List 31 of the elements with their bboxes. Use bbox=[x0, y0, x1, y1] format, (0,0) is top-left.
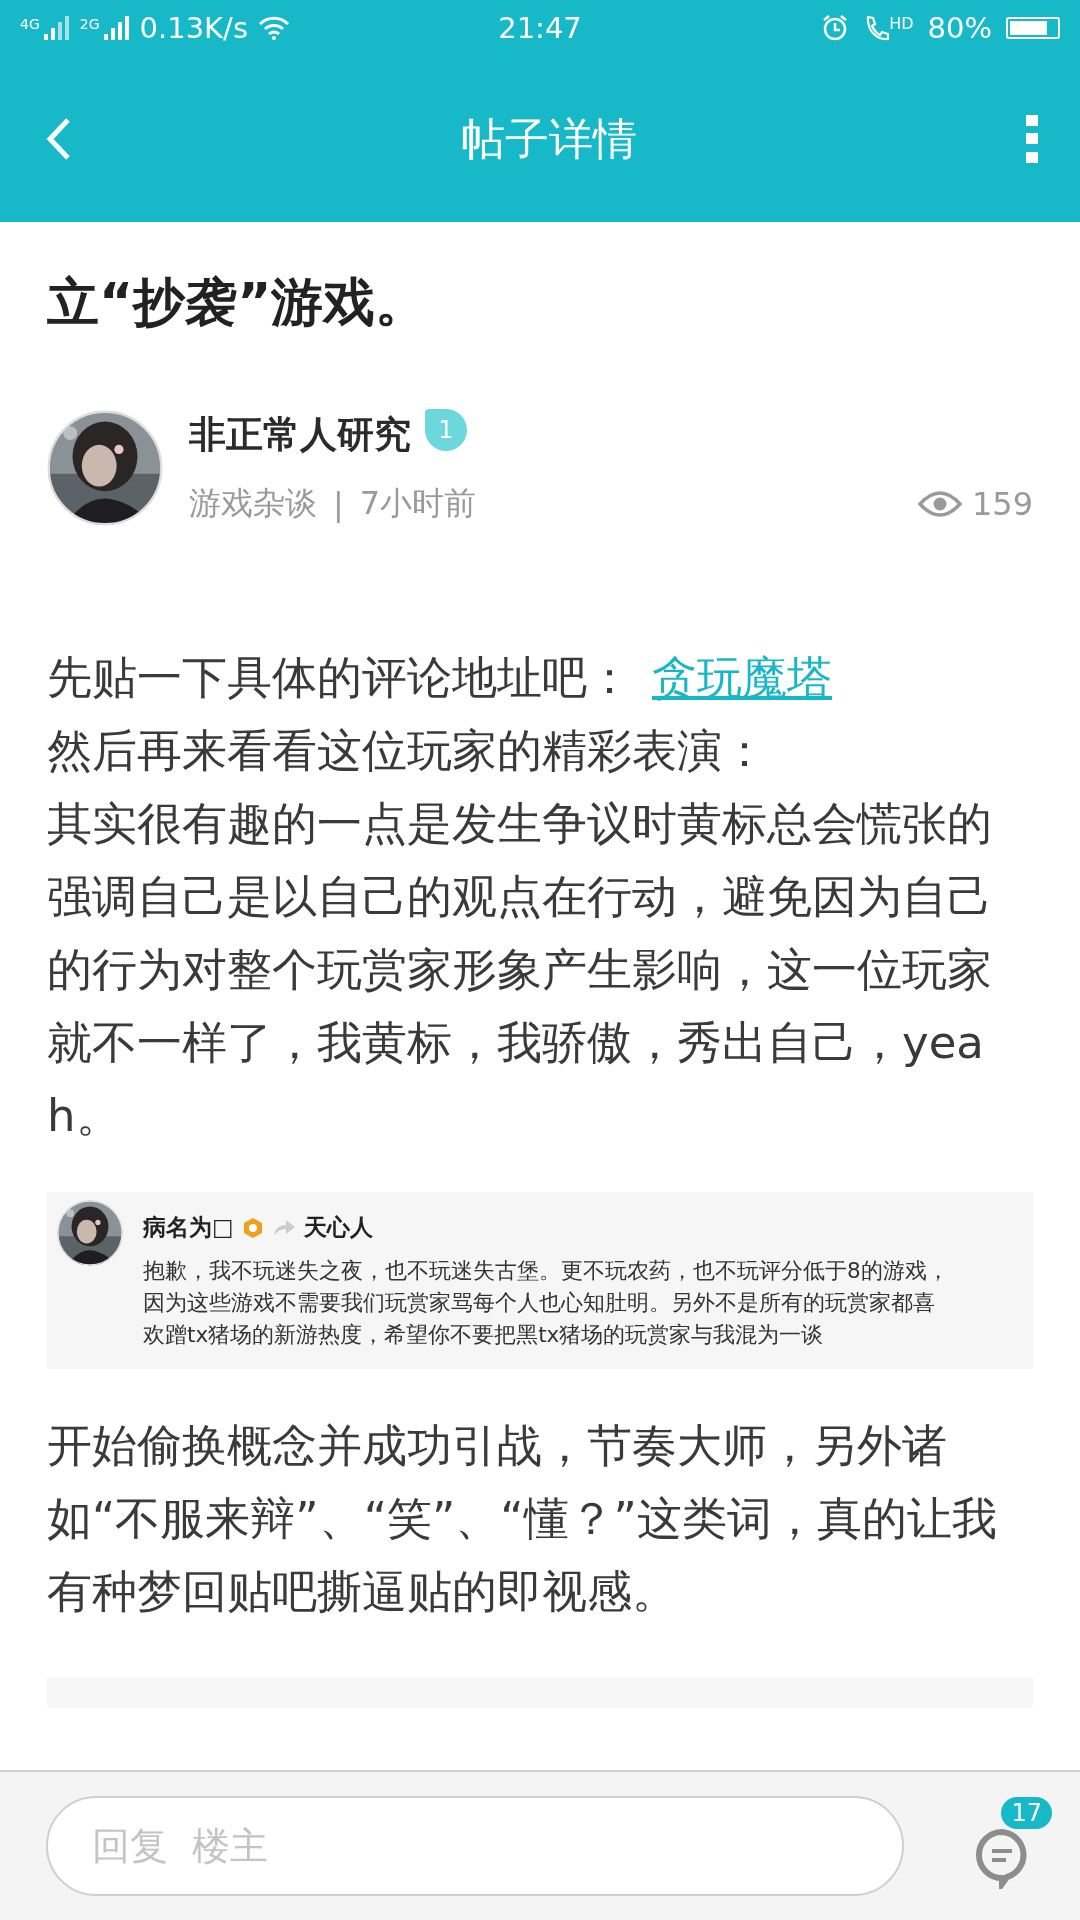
comment-text-line: 因为这些游戏不需要我们玩赏家骂每个人也心知肚明。另外不是所有的玩赏家都喜 bbox=[143, 1289, 936, 1317]
arrow-icon bbox=[271, 1218, 296, 1237]
post-category[interactable]: 游戏杂谈 bbox=[189, 482, 317, 526]
post-title: 立“抄袭”游戏。 bbox=[47, 271, 429, 334]
post-time: 7小时前 bbox=[359, 483, 477, 524]
hd-label: HD bbox=[889, 14, 914, 33]
view-count: 159 bbox=[971, 485, 1033, 523]
reply-field[interactable]: 回复 楼主 bbox=[46, 1796, 904, 1896]
paragraph: 其实很有趣的一点是发生争议时黄标总会慌张的强调自己是以自己的观点在行动，避免因为自己的行为对整个玩赏家形象产生影响，这一位玩家就不一样了，我黄标，我骄傲，秀出自己，yeah。 bbox=[47, 796, 993, 1144]
more-button[interactable] bbox=[1026, 115, 1038, 163]
comment-reply-to: 天心人 bbox=[303, 1213, 373, 1242]
paragraph: 先贴一下具体的评论地址吧： 贪玩魔塔 bbox=[47, 650, 833, 706]
author-name[interactable]: 非正常人研究 bbox=[189, 410, 411, 460]
post-link[interactable]: 贪玩魔塔 bbox=[652, 651, 832, 704]
comment-user: 病名为□ bbox=[143, 1213, 234, 1242]
clock-time: 21:47 bbox=[498, 11, 582, 45]
battery-icon bbox=[1006, 17, 1060, 39]
page-title: 帖子详情 bbox=[461, 111, 637, 166]
battery-percent: 80% bbox=[927, 11, 992, 45]
wifi-icon bbox=[258, 16, 290, 40]
comment-text-line: 欢蹭tx猪场的新游热度，希望你不要把黑tx猪场的玩赏家与我混为一谈 bbox=[143, 1321, 825, 1349]
badge-icon bbox=[241, 1216, 264, 1239]
comment-text-line: 抱歉，我不玩迷失之夜，也不玩迷失古堡。更不玩农药，也不玩评分低于8的游戏， bbox=[143, 1257, 949, 1285]
network-speed: 0.13K/s bbox=[139, 11, 248, 45]
separator: | bbox=[333, 485, 344, 523]
comment-count-badge: 17 bbox=[1001, 1797, 1052, 1829]
paragraph: 开始偷换概念并成功引战，节奏大师，另外诸如“不服来辩”、“笑”、“懂？”这类词，真的让我有种梦回贴吧撕逼贴的即视感。 bbox=[47, 1418, 998, 1620]
back-button[interactable] bbox=[46, 117, 72, 161]
paragraph: 然后再来看看这位玩家的精彩表演： bbox=[47, 723, 768, 779]
level-badge: 1 bbox=[425, 409, 467, 451]
eye-icon bbox=[917, 489, 962, 519]
